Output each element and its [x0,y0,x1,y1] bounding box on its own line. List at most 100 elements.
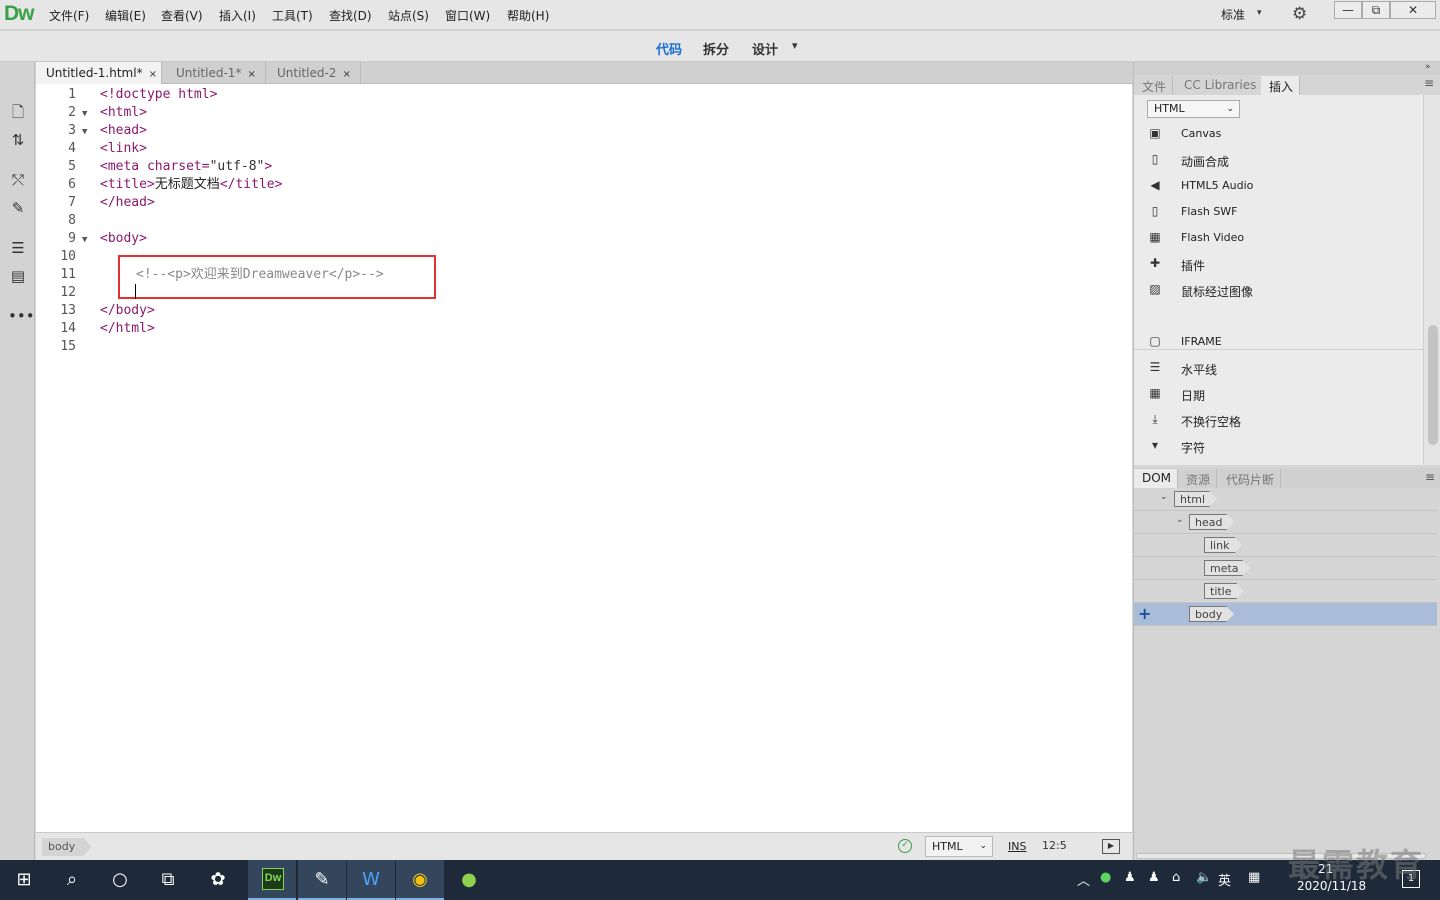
dom-tag[interactable]: link [1204,537,1242,553]
panel-menu-icon[interactable]: ≡ [1425,470,1435,484]
design-view-button[interactable]: 设计 [752,39,778,58]
keyboard-icon[interactable]: ▦ [1248,870,1260,885]
insert-item-iframe[interactable]: ▢ IFRAME [1134,329,1423,355]
sync-settings-gear-icon[interactable]: ⚙ [1292,4,1307,24]
fold-toggle-icon[interactable]: ▼ [82,123,87,141]
line-number: 15 [60,339,76,354]
menu-insert[interactable]: 插入(I) [219,7,256,24]
menu-edit[interactable]: 编辑(E) [105,7,146,24]
insert-item-flash-swf[interactable]: ▯ Flash SWF [1134,199,1423,225]
menu-site[interactable]: 站点(S) [388,7,429,24]
menu-file[interactable]: 文件(F) [49,7,89,24]
document-type-select[interactable]: HTML ⌄ [925,836,993,857]
tab-files[interactable]: 文件 [1134,76,1174,95]
task-view-icon[interactable]: ⧉ [144,860,192,900]
panel-menu-icon[interactable]: ≡ [1424,76,1434,90]
add-element-icon[interactable]: + [1138,604,1151,623]
close-icon[interactable]: × [342,69,350,80]
dom-node-body[interactable]: + body [1134,603,1437,626]
taskbar-green-app-icon[interactable]: ● [445,860,493,900]
workspace-switcher[interactable]: 标准 [1221,6,1245,23]
dom-node-head[interactable]: ⌄ head [1134,511,1437,534]
scrollbar-thumb[interactable] [1428,325,1438,445]
insert-item-animation[interactable]: ▯ 动画合成 [1134,147,1423,173]
tab-insert[interactable]: 插入 [1261,76,1301,95]
dom-tag[interactable]: head [1189,514,1235,530]
menu-view[interactable]: 查看(V) [161,7,203,24]
insert-item-html5-audio[interactable]: ◀ HTML5 Audio [1134,173,1423,199]
volume-icon[interactable]: 🔈 [1196,870,1212,885]
collapse-panels-icon[interactable]: » [1425,62,1431,72]
chevron-down-icon[interactable]: ⌄ [1176,515,1184,525]
dom-node-html[interactable]: ⌄ html [1134,488,1437,511]
tab-untitled-2[interactable]: Untitled-2 × [267,62,361,84]
chevron-down-icon[interactable]: ▾ [792,39,798,52]
tab-untitled-1[interactable]: Untitled-1* × [166,62,266,84]
insert-item-nbsp[interactable]: ⤓ 不换行空格 [1134,407,1423,433]
insert-category-select[interactable]: HTML ⌄ [1147,100,1240,118]
menu-window[interactable]: 窗口(W) [445,7,490,24]
close-window-button[interactable]: ✕ [1390,1,1436,19]
qq-icon[interactable]: ♟ [1148,870,1160,885]
chevron-down-icon[interactable]: ⌄ [1160,492,1168,502]
tab-cc-libraries[interactable]: CC Libraries [1176,76,1264,95]
dom-node-meta[interactable]: meta [1134,557,1437,580]
pinwheel-app-icon[interactable]: ✿ [194,860,242,900]
close-icon[interactable]: × [149,69,157,80]
search-icon[interactable]: ⌕ [48,860,96,900]
taskbar-wps-icon[interactable]: W [347,860,395,900]
tab-snippets[interactable]: 代码片断 [1218,469,1282,488]
dom-node-title[interactable]: title [1134,580,1437,603]
cortana-icon[interactable]: ○ [96,860,144,900]
new-document-icon[interactable]: 🗋 [8,102,28,122]
menu-find[interactable]: 查找(D) [329,7,372,24]
restore-button[interactable]: ⧉ [1362,1,1390,19]
split-view-button[interactable]: 拆分 [703,39,729,58]
minimize-button[interactable]: — [1334,1,1362,19]
windows-start-icon[interactable]: ⊞ [0,860,48,900]
dom-tag[interactable]: meta [1204,560,1251,576]
fold-toggle-icon[interactable]: ▼ [82,231,87,249]
taskbar-notepad-icon[interactable]: ✎ [298,860,346,900]
fold-toggle-icon[interactable]: ▼ [82,105,87,123]
dreamweaver-icon[interactable]: Dw [262,868,284,890]
more-icon[interactable]: ••• [8,306,35,326]
insert-item-canvas[interactable]: ▣ Canvas [1134,121,1423,147]
insert-item-flash-video[interactable]: ▦ Flash Video [1134,225,1423,251]
show-hidden-icons-icon[interactable]: ︿ [1077,870,1090,889]
menu-help[interactable]: 帮助(H) [507,7,549,24]
cursor-position: 12:5 [1042,839,1067,852]
insert-mode-toggle[interactable]: INS [1008,840,1026,853]
wechat-icon[interactable]: ● [1100,870,1111,885]
insert-item-horizontal-rule[interactable]: ☰ 水平线 [1134,355,1423,381]
comment-icon[interactable]: ☰ [8,238,28,258]
tab-assets[interactable]: 资源 [1178,469,1218,488]
dom-tag[interactable]: html [1174,491,1218,507]
tab-untitled-1-html[interactable]: Untitled-1.html* × [36,62,162,84]
code-view-button[interactable]: 代码 [656,39,682,58]
insert-item-character[interactable]: ▾ 字符 [1134,433,1423,459]
taskbar-chrome-icon[interactable]: ◉ [396,860,444,900]
live-preview-icon[interactable]: ▶ [1102,839,1120,854]
format-source-icon[interactable]: ▤ [8,266,28,286]
chevron-down-icon[interactable]: ▾ [1257,8,1262,18]
insert-item-date[interactable]: ▦ 日期 [1134,381,1423,407]
tag-selector[interactable]: body [42,838,92,856]
insert-item-plugin[interactable]: ✚ 插件 [1134,251,1423,277]
menu-tools[interactable]: 工具(T) [272,7,313,24]
dom-tag[interactable]: body [1189,606,1235,622]
brush-icon[interactable]: ✎ [8,198,28,218]
close-icon[interactable]: × [247,69,255,80]
network-icon[interactable]: ⌂ [1172,870,1180,885]
insert-item-rollover-image[interactable]: ▨ 鼠标经过图像 [1134,277,1423,303]
qq-icon[interactable]: ♟ [1124,870,1136,885]
dom-node-link[interactable]: link [1134,534,1437,557]
tab-dom[interactable]: DOM [1134,469,1179,488]
code-editor[interactable]: 1 <!doctype html> 2 ▼ <html> 3 ▼ <head> 4 <lin… [36,84,1132,832]
dom-tag[interactable]: title [1204,583,1244,599]
sort-arrows-icon[interactable]: ⇅ [8,130,28,150]
linting-ok-icon[interactable]: ✓ [898,839,912,853]
insert-panel-scrollbar[interactable] [1423,95,1440,465]
collapse-icon[interactable]: ⤲ [8,170,28,190]
input-language[interactable]: 英 [1218,870,1231,889]
